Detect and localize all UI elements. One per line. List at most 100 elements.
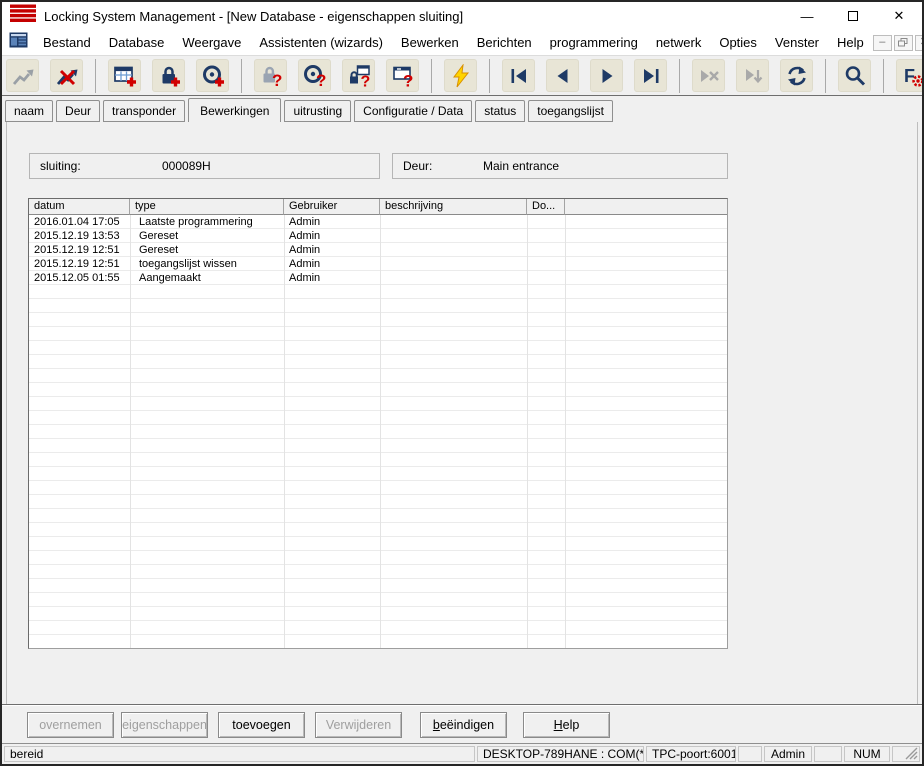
mdi-minimize-button[interactable]: – <box>873 35 892 51</box>
svg-text:?: ? <box>316 71 326 88</box>
sluiting-value: 000089H <box>162 159 211 173</box>
menu-weergave[interactable]: Weergave <box>173 32 250 53</box>
tab-strip: naam Deur transponder Bewerkingen uitrus… <box>2 97 922 122</box>
cell-datum: 2015.12.05 01:55 <box>29 271 130 285</box>
next-record-icon[interactable] <box>590 59 623 92</box>
menu-assistenten[interactable]: Assistenten (wizards) <box>250 32 392 53</box>
column-header-beschrijving[interactable]: beschrijving <box>380 199 527 215</box>
table-header-row: datum type Gebruiker beschrijving Do... <box>29 199 727 215</box>
status-spacer <box>738 746 762 762</box>
column-header-do[interactable]: Do... <box>527 199 565 215</box>
table-row[interactable]: 2015.12.19 12:51 toegangslijst wissen Ad… <box>29 257 727 271</box>
close-button[interactable]: ✕ <box>876 2 922 30</box>
skip-down-icon <box>736 59 769 92</box>
tab-configuratie-data[interactable]: Configuratie / Data <box>354 100 472 122</box>
status-port: TPC-poort:6001 <box>646 746 736 762</box>
window-title: Locking System Management - [New Databas… <box>44 9 784 24</box>
read-lock-config-icon[interactable]: ? <box>342 59 375 92</box>
resize-grip[interactable] <box>892 746 920 762</box>
menu-bewerken[interactable]: Bewerken <box>392 32 468 53</box>
help-button[interactable]: Help <box>523 712 610 738</box>
eigenschappen-button: eigenschappen <box>121 712 208 738</box>
read-config-icon[interactable]: ? <box>386 59 419 92</box>
menu-netwerk[interactable]: netwerk <box>647 32 711 53</box>
mdi-close-button[interactable]: ✕ <box>915 35 924 51</box>
menu-bestand[interactable]: Bestand <box>34 32 100 53</box>
menu-help[interactable]: Help <box>828 32 873 53</box>
read-transponder-icon[interactable]: ? <box>298 59 331 92</box>
disconnect-icon[interactable] <box>50 59 83 92</box>
maximize-button[interactable] <box>830 2 876 30</box>
table-row[interactable]: 2016.01.04 17:05 Laatste programmering A… <box>29 215 727 229</box>
skip-cancel-icon <box>692 59 725 92</box>
status-bar: bereid DESKTOP-789HANE : COM(*) TPC-poor… <box>2 743 922 764</box>
tab-naam[interactable]: naam <box>5 100 53 122</box>
column-header-gebruiker[interactable]: Gebruiker <box>284 199 380 215</box>
search-icon[interactable] <box>838 59 871 92</box>
menu-programmering[interactable]: programmering <box>541 32 647 53</box>
cell-datum: 2016.01.04 17:05 <box>29 215 130 229</box>
cell-gebruiker: Admin <box>284 271 380 285</box>
connect-icon[interactable] <box>6 59 39 92</box>
status-ready: bereid <box>4 746 475 762</box>
tab-uitrusting[interactable]: uitrusting <box>284 100 351 122</box>
program-flash-icon[interactable] <box>444 59 477 92</box>
tab-bewerkingen[interactable]: Bewerkingen <box>188 98 281 122</box>
mdi-frame-left <box>6 122 7 704</box>
first-record-icon[interactable] <box>502 59 535 92</box>
table-body[interactable]: 2016.01.04 17:05 Laatste programmering A… <box>29 215 727 648</box>
refresh-icon[interactable] <box>780 59 813 92</box>
tab-toegangslijst[interactable]: toegangslijst <box>528 100 613 122</box>
tab-page-bewerkingen: sluiting: 000089H Deur: Main entrance da… <box>2 122 922 704</box>
document-icon <box>9 32 28 53</box>
status-spacer <box>814 746 842 762</box>
toolbar-separator <box>241 59 242 93</box>
new-transponder-icon[interactable] <box>196 59 229 92</box>
mdi-restore-button[interactable] <box>894 35 913 51</box>
toevoegen-button[interactable]: toevoegen <box>218 712 305 738</box>
app-logo-icon <box>10 4 36 29</box>
deur-label: Deur: <box>393 159 483 173</box>
table-row[interactable]: 2015.12.19 12:51 Gereset Admin <box>29 243 727 257</box>
menu-venster[interactable]: Venster <box>766 32 828 53</box>
column-header-type[interactable]: type <box>130 199 284 215</box>
sluiting-label: sluiting: <box>30 159 162 173</box>
new-locking-plan-icon[interactable] <box>108 59 141 92</box>
new-lock-icon[interactable] <box>152 59 185 92</box>
cell-type: Gereset <box>130 243 284 257</box>
svg-text:?: ? <box>360 73 370 88</box>
tab-status[interactable]: status <box>475 100 525 122</box>
app-window: Locking System Management - [New Databas… <box>0 0 924 766</box>
column-header-datum[interactable]: datum <box>29 199 130 215</box>
deur-value: Main entrance <box>483 159 559 173</box>
menu-bar: Bestand Database Weergave Assistenten (w… <box>2 30 922 55</box>
beeindigen-button[interactable]: beëindigen <box>420 712 507 738</box>
tab-deur[interactable]: Deur <box>56 100 100 122</box>
previous-record-icon[interactable] <box>546 59 579 92</box>
toolbar-separator <box>489 59 490 93</box>
last-record-icon[interactable] <box>634 59 667 92</box>
status-user: Admin <box>764 746 812 762</box>
toolbar-separator <box>679 59 680 93</box>
status-num-lock: NUM <box>844 746 890 762</box>
cell-gebruiker: Admin <box>284 229 380 243</box>
tab-transponder[interactable]: transponder <box>103 100 185 122</box>
column-header-empty <box>565 199 727 215</box>
sluiting-field: sluiting: 000089H <box>29 153 380 179</box>
cell-type: Laatste programmering <box>130 215 284 229</box>
menu-berichten[interactable]: Berichten <box>468 32 541 53</box>
read-lock-icon[interactable]: ? <box>254 59 287 92</box>
overnemen-button: overnemen <box>27 712 114 738</box>
status-host: DESKTOP-789HANE : COM(*) <box>477 746 644 762</box>
table-row[interactable]: 2015.12.19 13:53 Gereset Admin <box>29 229 727 243</box>
table-row[interactable]: 2015.12.05 01:55 Aangemaakt Admin <box>29 271 727 285</box>
cell-type: Gereset <box>130 229 284 243</box>
verwijderen-button: Verwijderen <box>315 712 402 738</box>
menu-database[interactable]: Database <box>100 32 174 53</box>
toolbar-separator <box>883 59 884 93</box>
filter-settings-icon[interactable]: F <box>896 59 924 92</box>
toolbar: ? ? ? ? <box>2 55 922 96</box>
minimize-button[interactable]: — <box>784 2 830 30</box>
svg-text:?: ? <box>403 71 413 88</box>
menu-opties[interactable]: Opties <box>710 32 766 53</box>
